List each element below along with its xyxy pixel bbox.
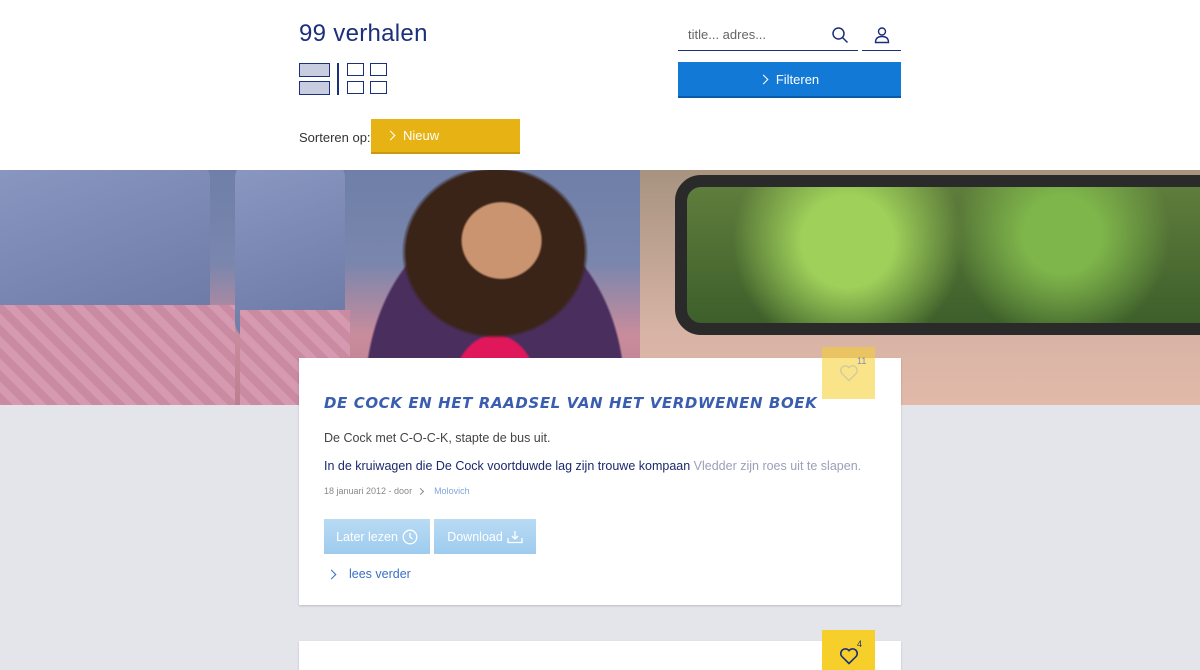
sort-value: Nieuw [403,128,440,143]
read-more-link[interactable]: lees verder [326,567,411,581]
hero-window [675,175,1200,335]
clock-icon [402,529,418,544]
story-excerpt-main: In de kruiwagen die De Cock voortduwde l… [324,459,694,473]
search-box [678,20,858,51]
view-toggle [299,63,387,95]
like-count: 11 [857,356,867,366]
download-label: Download [447,529,503,544]
grid-view-icon[interactable] [346,63,387,95]
header: 99 verhalen Sorteren op: Nieuw Filteren [0,0,1200,170]
chevron-right-icon [758,74,769,84]
story-intro: De Cock met C-O-C-K, stapte de bus uit. [324,431,551,445]
read-more-label: lees verder [349,567,411,581]
search-input[interactable] [678,20,828,48]
user-icon[interactable] [873,26,891,44]
filter-label: Filteren [775,71,820,87]
like-button[interactable]: 4 [822,630,875,670]
story-card: 4 [299,630,901,670]
view-toggle-divider [337,63,339,95]
story-excerpt-faded: Vledder zijn roes uit te slapen. [693,459,862,473]
story-meta: 18 januari 2012 - door Molovich [324,486,470,496]
download-button[interactable]: Download [434,519,536,554]
like-count: 4 [857,639,863,649]
like-button[interactable]: 11 [822,347,875,399]
account-box [862,20,901,51]
filter-button[interactable]: Filteren [678,62,901,98]
story-title[interactable]: De Cock en het raadsel van het verdwenen… [324,394,817,412]
story-date: 18 januari 2012 - door [324,486,413,496]
story-excerpt: In de kruiwagen die De Cock voortduwde l… [324,459,861,473]
story-card: 11 De Cock en het raadsel van het verdwe… [299,347,901,605]
heart-icon [839,648,859,665]
read-later-button[interactable]: Later lezen [324,519,430,554]
read-later-label: Later lezen [336,529,398,544]
search-icon[interactable] [831,26,849,44]
story-author[interactable]: Molovich [434,486,470,496]
sort-dropdown-button[interactable]: Nieuw [371,119,520,154]
page-title: 99 verhalen [299,20,428,47]
sort-label: Sorteren op: [299,130,371,145]
hero-cushion [0,305,235,405]
list-view-icon[interactable] [299,63,330,95]
chevron-right-icon [417,487,425,495]
heart-icon [840,365,858,382]
chevron-right-icon [326,569,337,579]
download-icon [507,530,523,543]
chevron-right-icon [385,130,396,141]
